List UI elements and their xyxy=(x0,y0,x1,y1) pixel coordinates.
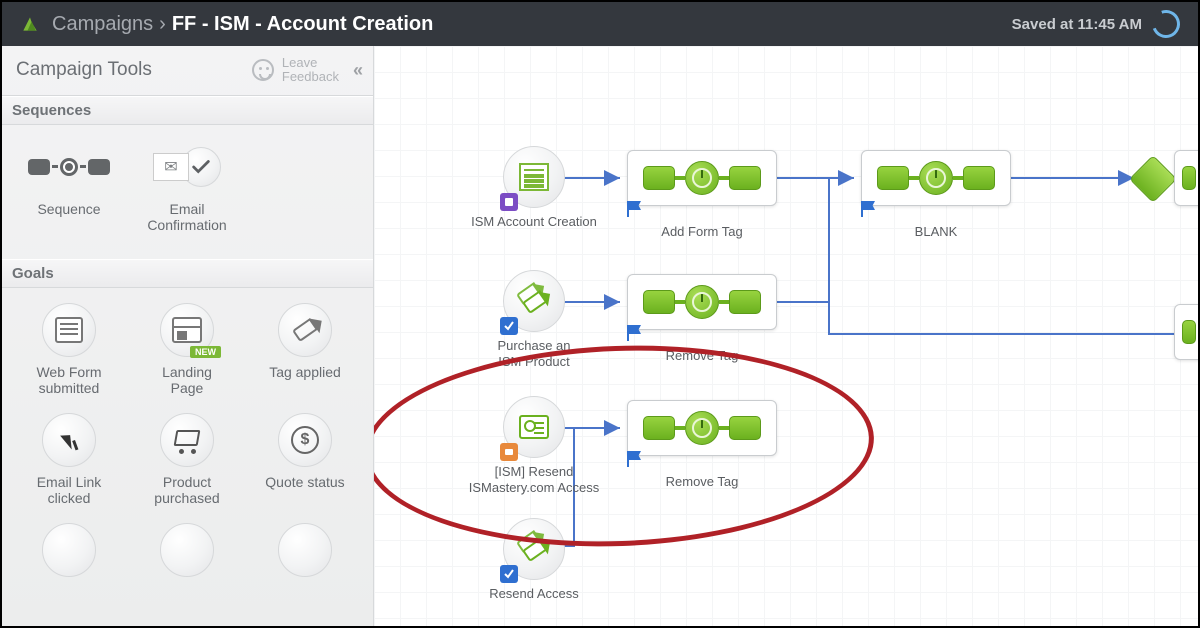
tool-email-link-clicked[interactable]: Email Link clicked xyxy=(10,408,128,518)
web-form-icon xyxy=(55,317,83,343)
campaign-canvas[interactable]: ISM Account Creation Add Form Tag BLANK xyxy=(374,46,1198,626)
tool-email-confirmation[interactable]: ✉ Email Confirmation xyxy=(128,135,246,245)
tool-web-form-submitted[interactable]: Web Form submitted xyxy=(10,298,128,408)
email-confirmation-icon: ✉ xyxy=(153,147,221,187)
collapse-sidebar-button[interactable]: « xyxy=(353,60,359,81)
section-sequences-label: Sequences xyxy=(2,96,373,125)
node-ism-resend-access[interactable]: [ISM] Resend ISMastery.com Access xyxy=(444,396,624,497)
node-offscreen-seq-2[interactable] xyxy=(1174,304,1198,360)
sequence-box xyxy=(627,150,777,206)
leave-feedback-button[interactable]: Leave Feedback xyxy=(252,56,339,85)
smile-icon xyxy=(252,59,274,81)
cart-icon xyxy=(173,430,201,450)
saved-status: Saved at 11:45 AM xyxy=(1012,16,1142,33)
page-title: FF - ISM - Account Creation xyxy=(172,13,433,36)
tool-row-more-2[interactable] xyxy=(128,518,246,584)
flag-icon xyxy=(858,199,878,219)
section-goals-label: Goals xyxy=(2,259,373,288)
tag-icon xyxy=(292,318,318,342)
cursor-icon xyxy=(60,430,78,449)
tool-sequence[interactable]: Sequence xyxy=(10,135,128,245)
node-ism-account-creation[interactable]: ISM Account Creation xyxy=(454,146,614,230)
tags-icon xyxy=(518,533,550,565)
tool-tag-applied[interactable]: Tag applied xyxy=(246,298,364,408)
node-decision-diamond[interactable] xyxy=(1136,162,1170,196)
top-bar: Campaigns › FF - ISM - Account Creation … xyxy=(2,2,1198,46)
tag-badge-icon xyxy=(500,317,518,335)
flag-icon xyxy=(624,199,644,219)
tool-landing-page[interactable]: Landing Page xyxy=(128,298,246,408)
tags-icon xyxy=(518,285,550,317)
node-purchase-ism-product[interactable]: Purchase an ISM Product xyxy=(454,270,614,371)
node-remove-tag-1[interactable]: Remove Tag xyxy=(622,274,782,364)
diamond-icon xyxy=(1129,155,1177,203)
node-blank[interactable]: BLANK xyxy=(856,150,1016,240)
flag-icon xyxy=(624,323,644,343)
tool-row-more-3[interactable] xyxy=(246,518,364,584)
id-badge-icon xyxy=(500,443,518,461)
breadcrumb-root[interactable]: Campaigns xyxy=(52,13,153,36)
app-logo-icon xyxy=(20,14,40,34)
tag-badge-icon xyxy=(500,565,518,583)
id-card-icon xyxy=(519,415,549,439)
tool-product-purchased[interactable]: Product purchased xyxy=(128,408,246,518)
node-add-form-tag[interactable]: Add Form Tag xyxy=(622,150,782,240)
node-offscreen-seq-1[interactable] xyxy=(1174,150,1198,206)
breadcrumb-sep-icon: › xyxy=(159,13,166,36)
sync-indicator-icon xyxy=(1147,5,1184,42)
sidebar: Campaign Tools Leave Feedback « Sequence… xyxy=(2,46,374,626)
dollar-icon: $ xyxy=(291,426,319,454)
node-remove-tag-2[interactable]: Remove Tag xyxy=(622,400,782,490)
tool-row-more[interactable] xyxy=(10,518,128,584)
form-icon xyxy=(519,163,549,191)
form-badge-icon xyxy=(500,193,518,211)
sidebar-title: Campaign Tools xyxy=(16,59,252,81)
tool-quote-status[interactable]: $ Quote status xyxy=(246,408,364,518)
node-resend-access[interactable]: Resend Access xyxy=(454,518,614,602)
flag-icon xyxy=(624,449,644,469)
sequence-icon xyxy=(28,158,110,176)
landing-page-icon xyxy=(172,317,202,343)
